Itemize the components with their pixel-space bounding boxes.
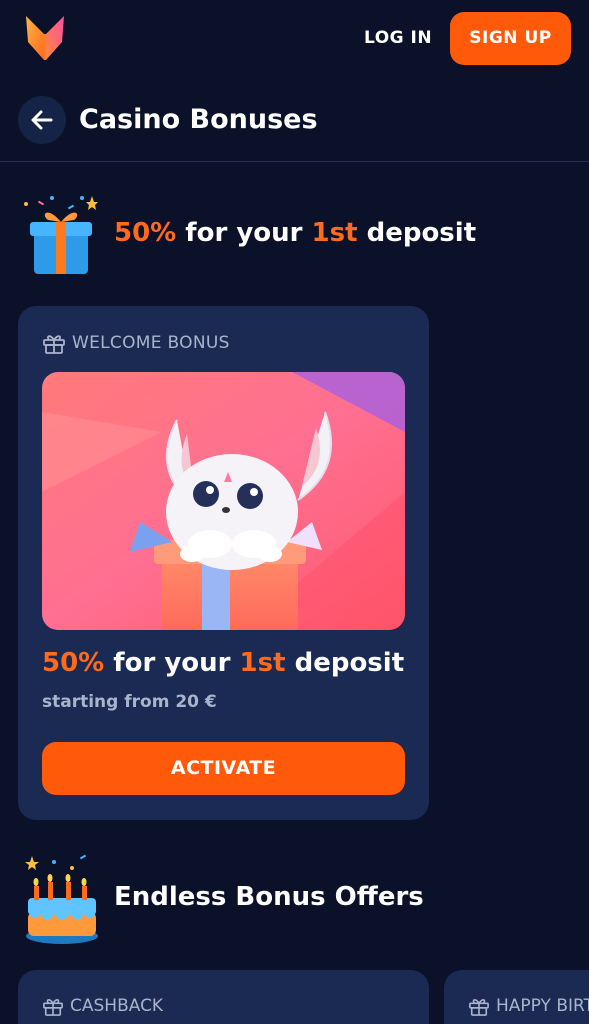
welcome-bonus-illustration — [42, 372, 405, 630]
bonus-subtitle: starting from 20 € — [42, 692, 217, 712]
bonus-title-text-end: deposit — [285, 648, 405, 678]
title-ordinal: 1st — [311, 218, 358, 248]
birthday-card[interactable]: HAPPY BIRT — [444, 970, 589, 1024]
top-bar: LOG IN SIGN UP — [0, 0, 589, 78]
gift-icon — [43, 335, 65, 354]
arrow-left-icon — [31, 110, 53, 130]
card-tag: CASHBACK — [42, 996, 163, 1016]
welcome-bonus-card[interactable]: WELCOME BONUS 50% for your 1st deposit s… — [18, 306, 429, 820]
offers-section-title: Endless Bonus Offers — [114, 882, 424, 912]
card-tag-label: WELCOME BONUS — [72, 333, 230, 353]
bonus-title-ordinal: 1st — [239, 648, 286, 678]
card-tag: HAPPY BIRT — [468, 996, 589, 1016]
birthday-cake-icon — [25, 854, 98, 944]
page-header: Casino Bonuses — [0, 90, 589, 162]
login-button[interactable]: LOG IN — [352, 22, 444, 54]
activate-button[interactable]: ACTIVATE — [42, 742, 405, 795]
brand-logo[interactable] — [24, 14, 66, 62]
offers-section-header: Endless Bonus Offers — [0, 852, 589, 946]
page-title: Casino Bonuses — [79, 104, 318, 135]
gift-icon — [43, 999, 63, 1016]
fox-gift-illustration — [42, 372, 405, 630]
bonus-title: 50% for your 1st deposit — [42, 648, 404, 678]
card-tag-label: HAPPY BIRT — [496, 996, 589, 1016]
card-tag-label: CASHBACK — [70, 996, 164, 1016]
title-text: for your — [176, 218, 312, 248]
gift-icon — [469, 999, 489, 1016]
bonuses-page: LOG IN SIGN UP Casino Bonuses 50% for yo… — [0, 0, 589, 1024]
back-button[interactable] — [18, 96, 66, 144]
bonus-title-percent: 50% — [42, 648, 105, 678]
title-text-end: deposit — [357, 218, 477, 248]
card-tag: WELCOME BONUS — [42, 332, 230, 354]
signup-button[interactable]: SIGN UP — [450, 12, 571, 65]
welcome-section-title: 50% for your 1st deposit — [114, 218, 476, 248]
bonus-title-text: for your — [104, 648, 240, 678]
title-percent: 50% — [114, 218, 177, 248]
gift-box-icon — [24, 196, 98, 274]
welcome-section-header: 50% for your 1st deposit — [0, 192, 589, 282]
cashback-card[interactable]: CASHBACK — [18, 970, 429, 1024]
